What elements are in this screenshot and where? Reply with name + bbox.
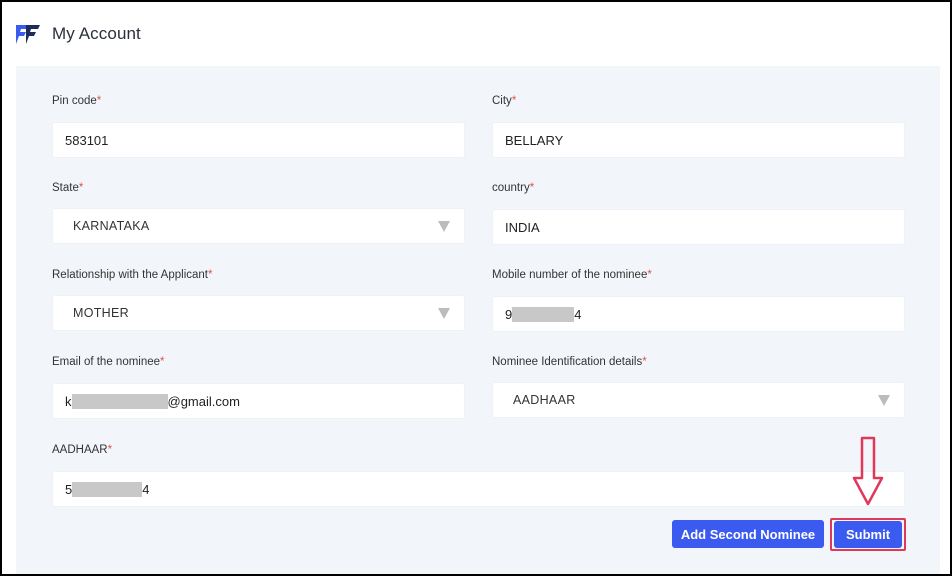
country-label: country*	[492, 182, 535, 194]
email-input[interactable]: k @gmail.com	[52, 383, 465, 419]
redaction-mask	[512, 306, 575, 322]
dropdown-caret-icon	[438, 308, 450, 319]
state-label: State*	[52, 182, 84, 194]
country-input[interactable]: INDIA	[492, 209, 905, 245]
state-select[interactable]: KARNATAKA	[52, 208, 465, 244]
mobile-prefix: 9	[505, 306, 513, 322]
aadhaar-suffix: 4	[142, 481, 150, 497]
pin-code-label: Pin code*	[52, 95, 102, 107]
mobile-suffix: 4	[574, 306, 582, 322]
add-second-nominee-button[interactable]: Add Second Nominee	[672, 520, 824, 548]
pin-code-input[interactable]: 583101	[52, 122, 465, 158]
id-details-label: Nominee Identification details*	[492, 356, 647, 368]
id-details-selected-value: AADHAAR	[513, 393, 576, 407]
page-header: My Account	[2, 2, 950, 66]
dropdown-caret-icon	[878, 395, 890, 406]
down-arrow-icon	[852, 436, 884, 506]
aadhaar-input[interactable]: 54	[52, 471, 905, 507]
dropdown-caret-icon	[438, 221, 450, 232]
submit-button[interactable]: Submit	[834, 521, 902, 548]
email-label: Email of the nominee*	[52, 356, 165, 368]
mobile-label: Mobile number of the nominee*	[492, 269, 652, 281]
city-input[interactable]: BELLARY	[492, 122, 905, 158]
mobile-input[interactable]: 94	[492, 296, 905, 332]
aadhaar-label: AADHAAR*	[52, 444, 113, 456]
redaction-mask	[72, 481, 143, 497]
aadhaar-prefix: 5	[65, 481, 73, 497]
id-details-select[interactable]: AADHAAR	[492, 382, 905, 418]
pin-code-value: 583101	[65, 132, 109, 148]
redaction-mask	[71, 393, 168, 409]
page-title: My Account	[52, 24, 141, 43]
city-value: BELLARY	[505, 132, 564, 148]
email-suffix: @gmail.com	[167, 393, 240, 409]
relationship-select[interactable]: MOTHER	[52, 295, 465, 331]
relationship-selected-value: MOTHER	[73, 306, 129, 320]
city-label: City*	[492, 95, 517, 107]
relationship-label: Relationship with the Applicant*	[52, 269, 213, 281]
country-value: INDIA	[505, 219, 540, 235]
brand-logo-icon	[16, 25, 40, 44]
state-selected-value: KARNATAKA	[73, 219, 150, 233]
app-window: My Account Pin code* 583101 City* BELLAR…	[0, 0, 952, 576]
